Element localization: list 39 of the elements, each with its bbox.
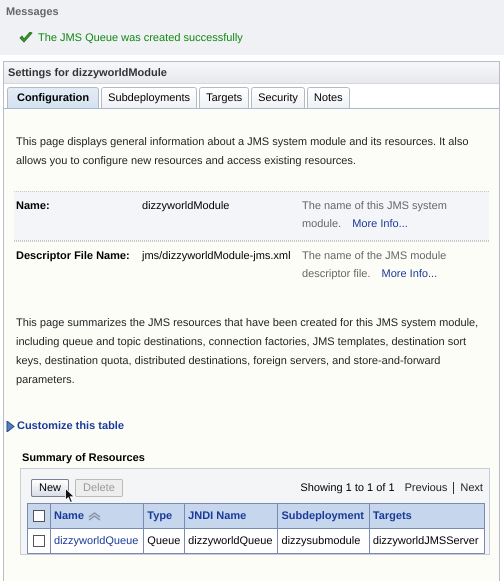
paging-status: Showing 1 to 1 of 1 <box>300 482 395 494</box>
table-title: Summary of Resources <box>22 452 146 464</box>
column-header[interactable]: Targets <box>369 504 484 529</box>
table-cell: Queue <box>144 528 185 554</box>
column-header[interactable]: Subdeployment <box>278 504 370 529</box>
panel-title: Settings for dizzyworldModule <box>4 62 499 84</box>
tab[interactable]: Notes <box>306 87 350 108</box>
more-info-link[interactable]: More Info... <box>382 268 438 280</box>
table-cell: dizzyworldJMSServer <box>369 528 484 554</box>
column-header[interactable]: Name <box>50 504 144 529</box>
new-button[interactable]: New <box>31 479 70 497</box>
field-help-text: The name of this JMS system module. More Info... <box>302 199 448 232</box>
tab[interactable]: Subdeployments <box>101 87 198 108</box>
column-header[interactable]: JNDI Name <box>184 504 278 529</box>
field-value: jms/dizzyworldModule-jms.xml <box>142 249 292 264</box>
intro-text: This page displays general information about a JMS system module and its resources. It also allows you to configure new resources and access existing resources. <box>16 135 470 169</box>
mouse-pointer-icon <box>65 488 75 504</box>
messages-heading: Messages <box>6 6 60 18</box>
select-all-checkbox[interactable] <box>33 510 45 522</box>
table-cell: dizzyworldQueue <box>184 528 278 554</box>
column-header[interactable]: Type <box>144 504 185 529</box>
field-help-text: The name of the JMS module descriptor file. More Info... <box>302 249 448 282</box>
success-message: The JMS Queue was created successfully <box>38 32 243 44</box>
field-label: Descriptor File Name: <box>16 249 131 264</box>
summary-text: This page summarizes the JMS resources that have been created for this JMS system module, including queue and topic destinations, connection factories, JMS templates, destination sort keys, destination quota, distributed destinations, foreign servers, and store-and-forward parameters. <box>16 316 480 388</box>
field-value: dizzyworldModule <box>142 199 230 214</box>
expand-arrow-icon[interactable] <box>6 420 15 432</box>
resource-name-link[interactable]: dizzyworldQueue <box>50 528 144 554</box>
tab[interactable]: Security <box>251 87 305 108</box>
check-icon <box>19 32 33 44</box>
table-cell: dizzysubmodule <box>278 528 370 554</box>
tab[interactable]: Targets <box>199 87 250 108</box>
row-checkbox[interactable] <box>33 535 45 548</box>
tab[interactable]: Configuration <box>7 87 100 108</box>
customize-table-link[interactable]: Customize this table <box>17 420 124 432</box>
field-label: Name: <box>16 199 51 214</box>
next-link[interactable]: Next <box>460 482 483 494</box>
more-info-link[interactable]: More Info... <box>352 218 408 230</box>
previous-link[interactable]: Previous <box>404 482 448 494</box>
